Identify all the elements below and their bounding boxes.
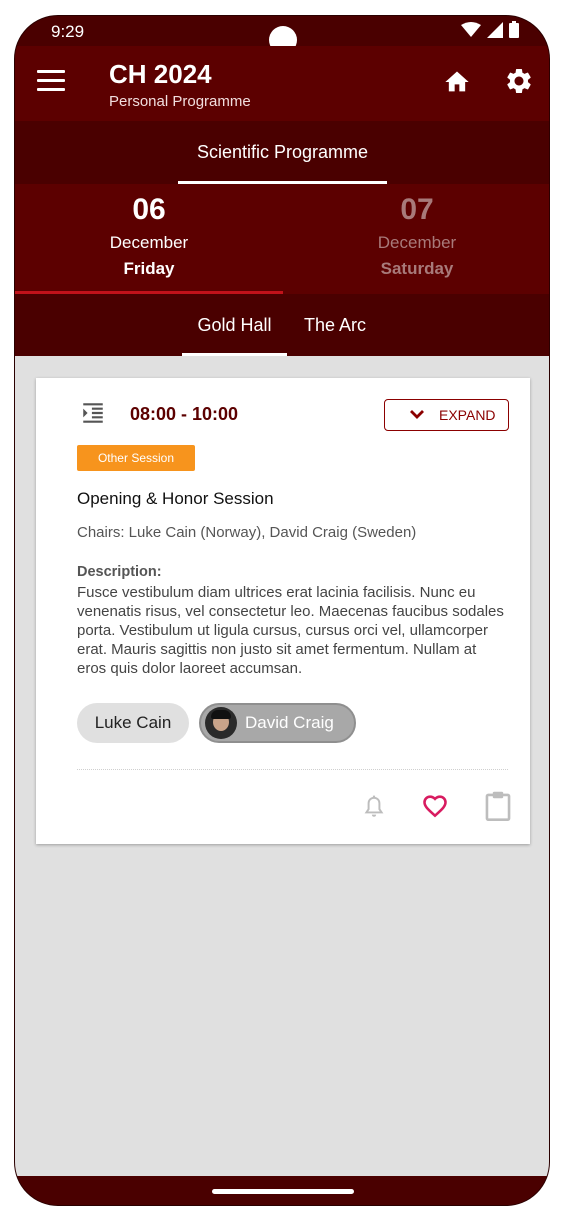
session-time: 08:00 - 10:00 — [130, 404, 239, 424]
speaker-name: Luke Cain — [94, 713, 172, 732]
session-chairs: Chairs: Luke Cain (Norway), David Craig … — [77, 524, 417, 541]
indent-icon — [83, 403, 103, 423]
date-weekday: Saturday — [380, 259, 454, 278]
date-tab-07[interactable]: 07 December Saturday — [283, 184, 549, 294]
home-icon[interactable] — [443, 68, 471, 96]
speaker-name: David Craig — [245, 713, 334, 732]
date-weekday: Friday — [123, 259, 175, 278]
home-gesture-handle[interactable] — [212, 1189, 354, 1194]
app-title: CH 2024 — [109, 59, 212, 89]
date-day: 06 — [132, 193, 166, 226]
app-subtitle: Personal Programme — [109, 93, 251, 110]
expand-label: EXPAND — [439, 407, 496, 423]
session-card[interactable]: 08:00 - 10:00 EXPAND Other Session Openi… — [36, 378, 530, 844]
card-divider — [77, 769, 508, 770]
session-list: 08:00 - 10:00 EXPAND Other Session Openi… — [15, 356, 549, 1176]
tab-gold-hall[interactable]: Gold Hall — [182, 294, 287, 356]
speaker-chip-luke-cain[interactable]: Luke Cain — [77, 703, 189, 743]
tab-the-arc[interactable]: The Arc — [297, 294, 373, 356]
signal-icon — [487, 21, 503, 38]
date-tab-06[interactable]: 06 December Friday — [15, 184, 283, 294]
avatar — [205, 707, 237, 739]
date-tabs: 06 December Friday 07 December Saturday — [15, 184, 549, 294]
description-text: Fusce vestibulum diam ultrices erat laci… — [77, 584, 504, 677]
session-type-badge: Other Session — [77, 445, 195, 471]
tab-label: Scientific Programme — [196, 142, 369, 162]
clipboard-icon[interactable] — [485, 790, 511, 822]
battery-icon — [509, 21, 519, 38]
date-month: December — [109, 233, 189, 252]
tab-label: Gold Hall — [197, 315, 272, 335]
hall-tabs: Gold Hall The Arc — [15, 294, 549, 356]
wifi-icon — [461, 21, 481, 37]
menu-icon[interactable] — [37, 70, 65, 94]
bell-icon[interactable] — [361, 792, 387, 822]
tab-scientific-programme[interactable]: Scientific Programme — [178, 121, 387, 184]
status-time: 9:29 — [51, 22, 85, 41]
expand-button[interactable]: EXPAND — [384, 399, 509, 431]
heart-icon[interactable] — [420, 792, 450, 820]
speaker-chip-david-craig[interactable]: David Craig — [199, 703, 356, 743]
programme-tabs: Scientific Programme — [15, 121, 549, 184]
description-label: Description: — [77, 564, 162, 580]
app-bar: CH 2024 Personal Programme — [15, 46, 549, 121]
chevron-down-icon — [410, 410, 424, 419]
phone-frame: 9:29 CH 2024 Personal Programme Scientif… — [14, 15, 550, 1206]
date-month: December — [377, 233, 457, 252]
session-title: Opening & Honor Session — [77, 489, 274, 508]
date-day: 07 — [400, 193, 434, 226]
system-nav-bar — [15, 1176, 549, 1205]
status-icons — [461, 21, 519, 38]
tab-label: The Arc — [303, 315, 367, 335]
gear-icon[interactable] — [504, 66, 534, 96]
